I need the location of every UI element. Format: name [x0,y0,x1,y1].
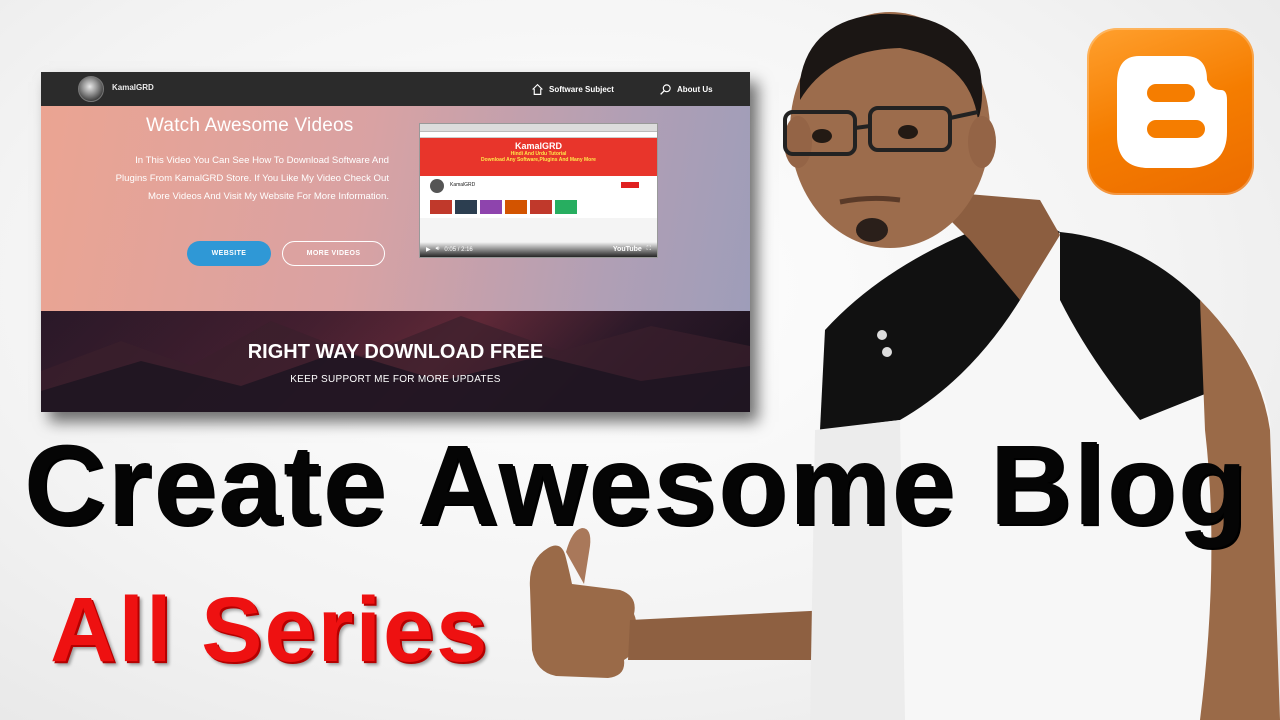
site-navbar: KamalGRD Software Subject About Us [41,72,750,106]
thumbnail-headline: Create Awesome Blog [24,422,1249,548]
thumbnail-subline: All Series [50,579,490,681]
video-time: 0:05 / 2:16 [444,246,473,253]
site-logo-avatar[interactable] [78,76,104,102]
home-icon [532,83,543,95]
blogger-b-icon [1117,56,1227,168]
channel-banner: KamalGRD Hindi And Urdu Tutorial Downloa… [420,138,657,176]
video-thumbnails [420,196,657,218]
subscribe-button[interactable] [621,182,639,188]
hero-section: Watch Awesome Videos In This Video You C… [41,106,750,311]
volume-icon[interactable]: 🔊︎ [436,246,440,253]
video-thumbnail[interactable] [505,200,527,214]
site-brand[interactable]: KamalGRD [112,83,154,92]
video-thumbnail[interactable] [480,200,502,214]
banner-line-2: Download Any Software,Plugins And Many M… [481,157,596,163]
youtube-logo[interactable]: YouTube [613,246,642,253]
browser-tab-bar [420,124,657,132]
website-button[interactable]: WEBSITE [187,241,271,266]
thumbs-up-hand [529,528,830,678]
channel-header: KamalGRD [420,176,657,196]
video-thumbnail[interactable] [455,200,477,214]
download-banner-title: RIGHT WAY DOWNLOAD FREE [247,341,544,363]
video-thumbnail[interactable] [430,200,452,214]
more-videos-button[interactable]: MORE VIDEOS [282,241,385,266]
play-icon[interactable]: ▶ [426,246,431,253]
video-thumbnail[interactable] [555,200,577,214]
download-banner: RIGHT WAY DOWNLOAD FREE KEEP SUPPORT ME … [41,311,750,412]
fullscreen-icon[interactable]: ⛶ [647,246,651,253]
hero-description: In This Video You Can See How To Downloa… [115,155,389,203]
blogger-logo [1087,28,1254,195]
nav-software-subject-label: Software Subject [549,84,614,94]
channel-name: KamalGRD [450,182,476,188]
embedded-video-player[interactable]: KamalGRD Hindi And Urdu Tutorial Downloa… [419,123,658,258]
website-screenshot: KamalGRD Software Subject About Us Watch… [41,72,750,412]
banner-channel-name: KamalGRD [514,141,562,151]
nav-about-us[interactable]: About Us [659,81,713,97]
nav-about-us-label: About Us [677,84,713,94]
download-banner-subtitle: KEEP SUPPORT ME FOR MORE UPDATES [290,374,501,385]
nav-software-subject[interactable]: Software Subject [531,81,614,97]
video-controls: ▶ 🔊︎ 0:05 / 2:16 YouTube ⛶ [420,242,657,257]
search-icon [660,83,671,95]
video-thumbnail[interactable] [530,200,552,214]
hero-title: Watch Awesome Videos [146,115,354,136]
channel-avatar [430,179,444,193]
